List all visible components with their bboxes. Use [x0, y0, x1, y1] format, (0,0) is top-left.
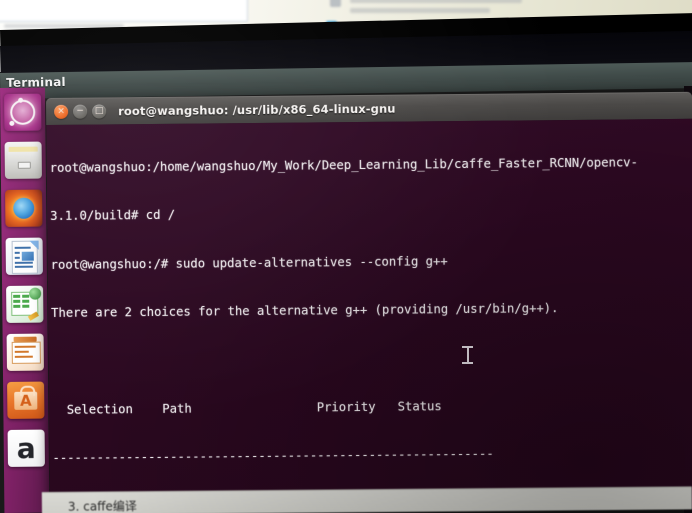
unity-launcher[interactable]: A a	[0, 87, 50, 513]
terminal-line: 3.1.0/build# cd /	[50, 208, 176, 224]
ubuntu-logo-icon	[10, 99, 36, 125]
terminal-line: root@wangshuo:/# sudo update-alternative…	[50, 253, 448, 272]
firefox-icon	[13, 197, 35, 219]
terminal-output: root@wangshuo:/home/wangshuo/My_Work/Dee…	[49, 122, 692, 513]
background-window[interactable]: 3. caffe编译	[41, 486, 692, 513]
terminal-table-separator: ----------------------------------------…	[52, 446, 494, 465]
close-icon: ×	[57, 106, 65, 117]
screenshot-root: Terminal A a × − □ root@wangshuo: /usr/l…	[0, 0, 692, 513]
launcher-item-firefox[interactable]	[5, 189, 43, 227]
terminal-window[interactable]: × − □ root@wangshuo: /usr/lib/x86_64-lin…	[46, 91, 692, 513]
background-panel	[0, 0, 248, 22]
terminal-line: root@wangshuo:/home/wangshuo/My_Work/Dee…	[49, 155, 638, 176]
background-window-title: 3. caffe编译	[67, 499, 137, 513]
minimize-icon: −	[76, 106, 84, 117]
launcher-item-libreoffice-impress[interactable]	[6, 333, 44, 371]
window-controls[interactable]: × − □	[46, 104, 107, 119]
shopping-bag-icon: A	[14, 391, 38, 410]
launcher-item-amazon[interactable]: a	[7, 429, 45, 467]
terminal-title: root@wangshuo: /usr/lib/x86_64-linux-gnu	[118, 101, 396, 119]
maximize-icon: □	[94, 105, 104, 117]
launcher-item-files[interactable]	[4, 141, 42, 179]
launcher-item-libreoffice-writer[interactable]	[5, 237, 43, 275]
maximize-button[interactable]: □	[92, 104, 107, 119]
terminal-line: There are 2 choices for the alternative …	[50, 301, 559, 320]
close-button[interactable]: ×	[54, 104, 69, 119]
terminal-body[interactable]: root@wangshuo:/home/wangshuo/My_Work/Dee…	[46, 118, 692, 513]
launcher-item-ubuntu-dash[interactable]	[4, 93, 42, 131]
minimize-button[interactable]: −	[73, 104, 88, 119]
launcher-item-ubuntu-software-center[interactable]: A	[7, 381, 45, 419]
launcher-item-libreoffice-calc[interactable]	[6, 285, 44, 323]
terminal-table-header: Selection Path Priority Status	[51, 398, 442, 417]
amazon-icon: a	[16, 431, 36, 465]
